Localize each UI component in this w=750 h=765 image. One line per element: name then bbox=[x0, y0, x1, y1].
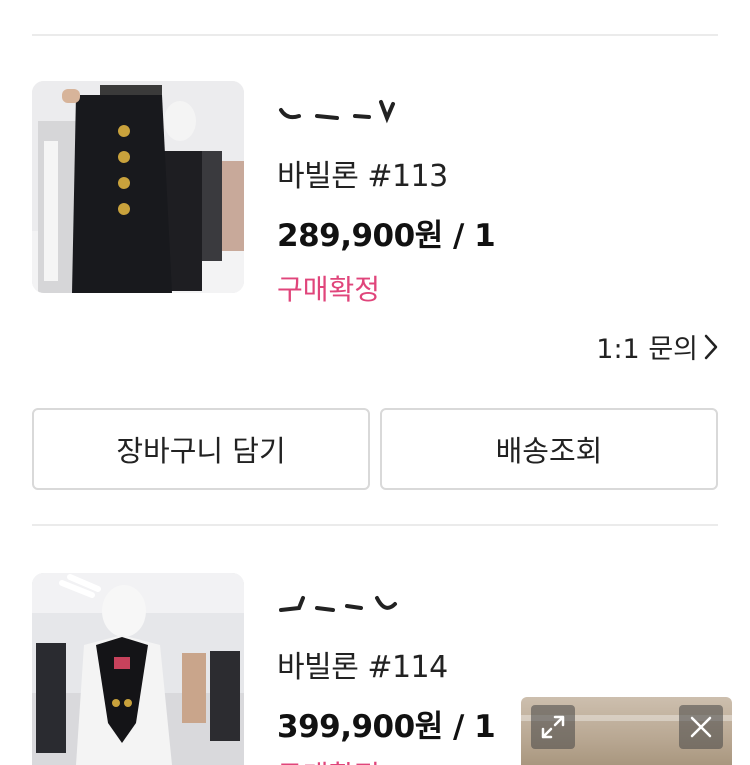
close-icon bbox=[690, 716, 712, 738]
inquiry-label: 1:1 문의 bbox=[596, 334, 698, 365]
product-price: 399,900원 / 1 bbox=[277, 709, 496, 745]
product-name[interactable]: 바빌론 #113 bbox=[277, 151, 448, 195]
top-divider bbox=[32, 34, 718, 36]
expand-button[interactable] bbox=[531, 705, 575, 749]
mini-video-player[interactable] bbox=[521, 697, 732, 765]
order-divider bbox=[32, 524, 718, 526]
product-thumbnail[interactable] bbox=[32, 81, 244, 293]
product-name[interactable]: 바빌론 #114 bbox=[277, 642, 448, 686]
track-delivery-button[interactable]: 배송조회 bbox=[380, 408, 718, 490]
order-status: 구매확정 bbox=[277, 754, 380, 765]
product-photo-skirt bbox=[32, 81, 244, 293]
expand-icon bbox=[541, 715, 565, 739]
inquiry-link[interactable]: 1:1 문의 bbox=[596, 327, 718, 366]
order-status: 구매확정 bbox=[277, 273, 381, 306]
chevron-right-icon bbox=[704, 334, 718, 359]
product-thumbnail[interactable] bbox=[32, 573, 244, 765]
add-to-cart-button[interactable]: 장바구니 담기 bbox=[32, 408, 370, 490]
brand-name-redacted bbox=[277, 96, 401, 124]
brand-name-redacted bbox=[277, 588, 401, 616]
product-price: 289,900원 / 1 bbox=[277, 218, 496, 254]
product-photo-jacket bbox=[32, 573, 244, 765]
close-button[interactable] bbox=[679, 705, 723, 749]
